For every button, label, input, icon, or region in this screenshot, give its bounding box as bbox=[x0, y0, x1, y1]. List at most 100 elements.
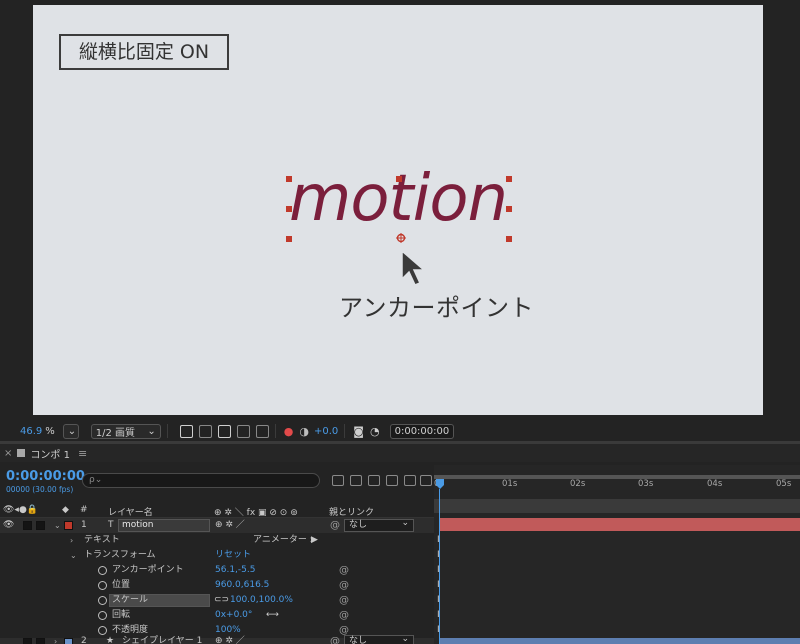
layer-outline-pane: 0:00:00:00 00000 (30.00 fps) ρ⌄ 👁◂●🔒 ◆ #… bbox=[0, 465, 434, 644]
viewer-toolbar: 46.9 % ⌄ 1/2 画質 ⌄ ● ◑ +0.0 ◙ ◔ 0:00:00:00 bbox=[0, 421, 800, 441]
resolution-dropdown[interactable]: 1/2 画質 ⌄ bbox=[90, 423, 161, 439]
layer-label-color[interactable] bbox=[64, 521, 73, 530]
ruler-tick-label: 05s bbox=[776, 479, 792, 489]
property-row-transform: ⌄ トランスフォーム リセット bbox=[0, 548, 434, 563]
tab-composition[interactable]: コンポ 1 bbox=[30, 446, 70, 461]
frame-blending-icon[interactable] bbox=[386, 475, 398, 486]
fast-previews-icon[interactable] bbox=[179, 424, 193, 438]
animator-add-icon[interactable]: ▶ bbox=[311, 533, 318, 548]
shy-layers-icon[interactable] bbox=[368, 475, 380, 486]
layer-row-shape[interactable]: › 2 ★ シェイプレイヤー 1 ⊕ ✲ ／ @ なし bbox=[0, 634, 434, 644]
zoom-unit: % bbox=[45, 425, 55, 437]
stopwatch-icon[interactable] bbox=[98, 596, 107, 605]
chevron-down-icon[interactable]: ⌄ bbox=[54, 518, 61, 533]
layer-search-input[interactable]: ρ⌄ bbox=[82, 473, 320, 488]
guides-icon[interactable] bbox=[255, 424, 269, 438]
layer-column-header: 👁◂●🔒 ◆ # レイヤー名 ⊕ ✲ ＼ fx ▣ ⊘ ⊙ ⊚ 親とリンク bbox=[0, 503, 434, 518]
property-row-position: 位置 960.0,616.5 @ bbox=[0, 578, 434, 593]
layer-switches[interactable]: ⊕ ✲ ／ bbox=[215, 634, 245, 644]
transform-reset-link[interactable]: リセット bbox=[215, 548, 251, 563]
mask-visibility-icon[interactable] bbox=[217, 424, 231, 438]
scale-label: スケール bbox=[112, 595, 149, 605]
panel-menu-icon[interactable]: ≡ bbox=[78, 447, 87, 460]
pickwhip-icon[interactable]: @ bbox=[339, 563, 349, 578]
stopwatch-icon[interactable] bbox=[98, 581, 107, 590]
composition-flowchart-icon[interactable] bbox=[332, 475, 344, 486]
parent-dropdown[interactable]: なし bbox=[344, 634, 414, 644]
layer-name[interactable]: シェイプレイヤー 1 bbox=[122, 634, 202, 644]
solo-switch[interactable] bbox=[23, 521, 32, 530]
parent-column-header[interactable]: 親とリンク bbox=[329, 505, 374, 518]
lock-switch[interactable] bbox=[36, 638, 45, 644]
anchor-point-icon[interactable] bbox=[396, 233, 406, 243]
label-column-icon[interactable]: ◆ bbox=[62, 505, 69, 515]
layer-bar-shape[interactable] bbox=[440, 638, 800, 644]
chevron-right-icon[interactable]: › bbox=[54, 634, 57, 644]
zoom-value[interactable]: 46.9 bbox=[20, 426, 42, 437]
pickwhip-icon[interactable]: @ bbox=[339, 608, 349, 623]
position-value[interactable]: 960.0,616.5 bbox=[215, 578, 269, 593]
parent-dropdown[interactable]: なし bbox=[344, 518, 414, 532]
layer-switches[interactable]: ⊕ ✲ ／ bbox=[215, 518, 245, 533]
eye-icon[interactable]: 👁 bbox=[3, 518, 14, 533]
anchor-point-value[interactable]: 56.1,-5.5 bbox=[215, 563, 255, 578]
zoom-dropdown-button[interactable]: ⌄ bbox=[62, 423, 79, 439]
layer-name-column-header[interactable]: レイヤー名 bbox=[108, 505, 153, 518]
color-channel-icon[interactable]: ● bbox=[284, 425, 294, 438]
region-of-interest-icon[interactable] bbox=[236, 424, 250, 438]
scale-value[interactable]: 100.0,100.0% bbox=[230, 593, 293, 608]
pickwhip-icon[interactable]: @ bbox=[339, 593, 349, 608]
composition-nav-bar[interactable] bbox=[434, 499, 800, 513]
chevron-down-icon[interactable]: ⌄ bbox=[70, 548, 77, 563]
resolution-value: 1/2 画質 bbox=[95, 427, 136, 439]
constrain-proportions-icon[interactable]: ⊂⊃ bbox=[214, 593, 229, 608]
motion-blur-icon[interactable] bbox=[404, 475, 416, 486]
work-area-bar[interactable] bbox=[434, 475, 800, 479]
layer-number: 1 bbox=[81, 520, 87, 530]
current-time-display[interactable]: 0:00:00:00 bbox=[6, 469, 85, 484]
chevron-right-icon[interactable]: › bbox=[70, 533, 73, 548]
rotation-label: 回転 bbox=[112, 610, 131, 620]
av-features-icon[interactable]: 👁◂●🔒 bbox=[3, 505, 38, 515]
mouse-cursor-icon bbox=[401, 249, 427, 286]
stopwatch-icon[interactable] bbox=[98, 566, 107, 575]
transparency-grid-icon[interactable] bbox=[198, 424, 212, 438]
solo-switch[interactable] bbox=[23, 638, 32, 644]
timeline-tab-bar: × コンポ 1 ≡ bbox=[0, 444, 800, 462]
bbox-handle-bl[interactable] bbox=[286, 236, 292, 242]
anchor-point-caption: アンカーポイント bbox=[339, 294, 535, 322]
layer-label-color[interactable] bbox=[64, 638, 73, 644]
bbox-handle-tr[interactable] bbox=[506, 176, 512, 182]
bbox-handle-mr[interactable] bbox=[506, 206, 512, 212]
exposure-value[interactable]: +0.0 bbox=[314, 426, 338, 437]
bbox-handle-br[interactable] bbox=[506, 236, 512, 242]
bbox-handle-ml[interactable] bbox=[286, 206, 292, 212]
bbox-handle-tm[interactable] bbox=[396, 176, 402, 182]
animator-menu[interactable]: アニメーター : bbox=[253, 533, 313, 548]
graph-editor-icon[interactable] bbox=[420, 475, 432, 486]
lock-switch[interactable] bbox=[36, 521, 45, 530]
viewer-timecode[interactable]: 0:00:00:00 bbox=[389, 423, 455, 439]
layer-bar-motion[interactable] bbox=[440, 518, 800, 531]
time-ruler[interactable]: 0s01s02s03s04s05s bbox=[434, 469, 800, 499]
color-management-icon[interactable]: ◑ bbox=[299, 425, 309, 438]
composition-viewer: 縦横比固定 ON motion アンカーポイント bbox=[0, 0, 800, 421]
transform-group-label: トランスフォーム bbox=[84, 550, 156, 560]
layer-row-motion[interactable]: 👁 ⌄ 1 T motion ⊕ ✲ ／ @ なし bbox=[0, 518, 434, 533]
pickwhip-icon[interactable]: @ bbox=[330, 634, 340, 644]
pickwhip-icon[interactable]: @ bbox=[330, 518, 340, 533]
anchor-point-label: アンカーポイント bbox=[112, 565, 184, 575]
timeline-graph-pane[interactable]: 0s01s02s03s04s05s I I I I I I I bbox=[434, 465, 800, 644]
double-arrow-cursor-icon: ⟷ bbox=[266, 610, 279, 620]
camera-snapshot-icon[interactable]: ◙ bbox=[353, 425, 364, 438]
bbox-handle-tl[interactable] bbox=[286, 176, 292, 182]
show-snapshot-icon[interactable]: ◔ bbox=[370, 425, 380, 438]
draft-3d-icon[interactable] bbox=[350, 475, 362, 486]
rotation-value[interactable]: 0x+0.0° bbox=[215, 608, 252, 623]
pickwhip-icon[interactable]: @ bbox=[339, 578, 349, 593]
close-tab-icon[interactable]: × bbox=[4, 448, 12, 459]
switches-column-header: ⊕ ✲ ＼ fx ▣ ⊘ ⊙ ⊚ bbox=[214, 508, 298, 518]
composition-canvas[interactable]: 縦横比固定 ON motion アンカーポイント bbox=[33, 5, 763, 415]
layer-name[interactable]: motion bbox=[122, 518, 154, 533]
stopwatch-icon[interactable] bbox=[98, 611, 107, 620]
